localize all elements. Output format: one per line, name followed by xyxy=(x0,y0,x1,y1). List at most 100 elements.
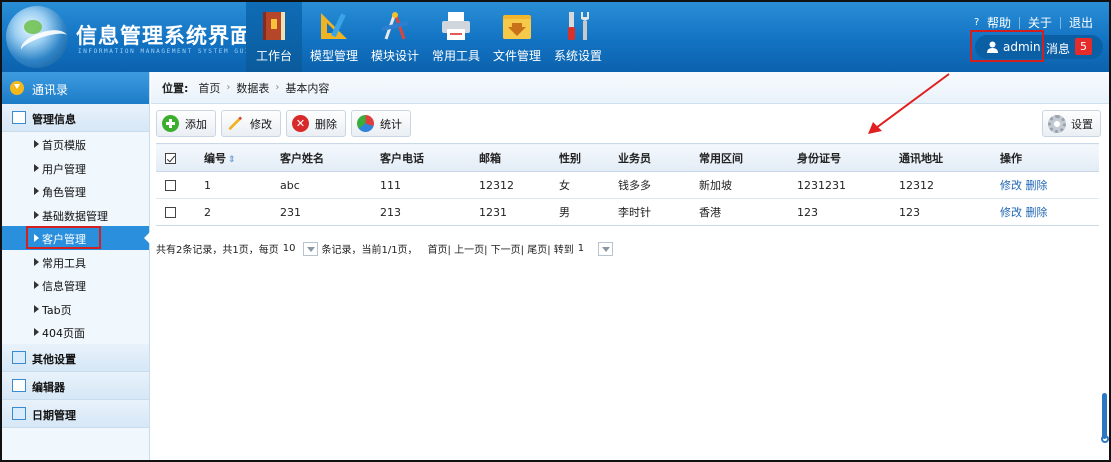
pager-summary-2: 条记录，当前1/1页， xyxy=(321,245,418,256)
cell-id: 1 xyxy=(200,171,276,199)
triangle-right-icon xyxy=(34,257,39,266)
sidebar-group-editor[interactable]: 编辑器 xyxy=(2,371,149,400)
triangle-right-icon xyxy=(34,328,39,336)
row-checkbox[interactable] xyxy=(165,207,176,218)
messages-count-badge[interactable]: 5 xyxy=(1075,38,1092,55)
cell-actions: 修改 删除 xyxy=(996,171,1099,199)
settings-label: 设置 xyxy=(1071,117,1093,131)
goto-page-select[interactable] xyxy=(598,241,614,256)
edit-button[interactable]: 修改 xyxy=(221,110,281,137)
cell-region: 新加坡 xyxy=(695,171,793,199)
nav-label: 模型管理 xyxy=(309,49,358,63)
triangle-right-icon xyxy=(34,187,39,195)
add-button[interactable]: 添加 xyxy=(156,110,216,137)
cell-region: 香港 xyxy=(695,198,793,226)
top-links: ? 帮助 关于 退出 xyxy=(974,14,1093,31)
nav-label: 工作台 xyxy=(255,49,292,63)
stats-label: 统计 xyxy=(380,117,402,131)
column-header: 操作 xyxy=(996,143,1099,172)
sidebar-item-common-tools[interactable]: 常用工具 xyxy=(2,250,149,274)
sidebar-item-home-template[interactable]: 首页模版 xyxy=(2,132,149,156)
pager-nav-links[interactable]: 首页| 上一页| 下一页| 尾页| 转到 xyxy=(428,241,574,256)
group-label: 管理信息 xyxy=(32,113,76,126)
cell-salesman: 钱多多 xyxy=(614,171,695,199)
triangle-right-icon xyxy=(34,210,39,219)
row-checkbox[interactable] xyxy=(165,180,176,191)
sidebar-group-management-info[interactable]: 管理信息 xyxy=(2,104,149,132)
row-delete-link[interactable]: 删除 xyxy=(1026,179,1048,192)
column-header[interactable]: 编号 ⇕ xyxy=(200,143,276,172)
cell-phone: 213 xyxy=(376,198,475,226)
table-header-row: 编号 ⇕ 客户姓名 客户电话 邮箱 性别 业务员 常用区间 身份证号 通讯地址 操… xyxy=(156,143,1099,172)
customer-table: 编号 ⇕ 客户姓名 客户电话 邮箱 性别 业务员 常用区间 身份证号 通讯地址 操… xyxy=(156,143,1099,226)
column-header: 通讯地址 xyxy=(895,143,996,172)
nav-module-design[interactable]: 模块设计 xyxy=(366,2,424,72)
cell-email: 12312 xyxy=(475,171,555,199)
scrollbar-thumb[interactable] xyxy=(1102,393,1107,439)
breadcrumb-home[interactable]: 首页 xyxy=(198,80,220,96)
breadcrumb-data-table[interactable]: 数据表 xyxy=(236,80,269,96)
cell-id: 2 xyxy=(200,198,276,226)
nav-workbench[interactable]: 工作台 xyxy=(246,2,302,72)
column-header: 邮箱 xyxy=(475,143,555,172)
nav-system-settings[interactable]: 系统设置 xyxy=(549,2,607,72)
nav-common-tools[interactable]: 常用工具 xyxy=(427,2,485,72)
sidebar-header-contacts[interactable]: 通讯录 xyxy=(2,72,149,104)
breadcrumb-basic-content[interactable]: 基本内容 xyxy=(285,80,329,96)
pencil-icon xyxy=(227,116,243,131)
close-circle-icon: ✕ xyxy=(292,115,309,132)
row-edit-link[interactable]: 修改 xyxy=(1000,179,1022,192)
group-label: 编辑器 xyxy=(32,380,65,394)
triangle-right-icon xyxy=(34,281,39,289)
select-all-checkbox[interactable] xyxy=(165,152,176,164)
nav-model-management[interactable]: 模型管理 xyxy=(305,2,363,72)
sidebar-header-label: 通讯录 xyxy=(32,83,69,97)
sidebar-group-other-settings[interactable]: 其他设置 xyxy=(2,343,149,372)
row-edit-link[interactable]: 修改 xyxy=(1000,206,1022,219)
chevron-right-icon: › xyxy=(275,82,280,93)
sidebar-item-role-management[interactable]: 角色管理 xyxy=(2,179,149,203)
triangle-right-icon xyxy=(34,140,39,148)
delete-button[interactable]: ✕ 删除 xyxy=(286,110,346,137)
stats-button[interactable]: 统计 xyxy=(351,110,411,137)
help-link[interactable]: 帮助 xyxy=(987,14,1011,31)
nav-file-management[interactable]: 文件管理 xyxy=(488,2,546,72)
settings-button[interactable]: 设置 xyxy=(1042,110,1101,137)
main-content: 位置: 首页 › 数据表 › 基本内容 添加 修改 ✕ 删除 统计 设置 编号 … xyxy=(151,72,1109,460)
main-nav: 工作台 模型管理 模块设计 常用工具 文件管理 系统设置 xyxy=(246,2,610,72)
sidebar-group-date-management[interactable]: 日期管理 xyxy=(2,399,149,428)
highlight-box-user xyxy=(970,30,1044,62)
logout-link[interactable]: 退出 xyxy=(1069,14,1093,31)
sidebar-item-basic-data[interactable]: 基础数据管理 xyxy=(2,203,149,227)
row-delete-link[interactable]: 删除 xyxy=(1026,206,1048,219)
cell-id-card: 1231231 xyxy=(793,171,895,199)
sidebar: 通讯录 管理信息 首页模版 用户管理 角色管理 基础数据管理 客户管理 常用工具… xyxy=(2,72,150,460)
cell-gender: 女 xyxy=(555,171,614,199)
about-link[interactable]: 关于 xyxy=(1028,14,1052,31)
page-size-value: 10 xyxy=(282,243,296,254)
ruler-pencil-icon xyxy=(321,13,347,39)
messages-link[interactable]: 消息 xyxy=(1046,40,1070,57)
cell-name: 231 xyxy=(276,198,376,226)
globe-logo-icon xyxy=(6,6,71,68)
table-row: 2 231 213 1231 男 李时针 香港 123 123 修改 删除 xyxy=(156,198,1099,226)
book-icon xyxy=(263,12,285,40)
cell-email: 1231 xyxy=(475,198,555,226)
add-label: 添加 xyxy=(185,117,207,131)
drafting-tools-icon xyxy=(381,12,409,40)
group-label: 日期管理 xyxy=(32,408,76,422)
folder-download-icon xyxy=(503,15,531,39)
sidebar-item-info-management[interactable]: 信息管理 xyxy=(2,273,149,297)
sidebar-item-label: 用户管理 xyxy=(42,162,86,176)
sidebar-item-404-page[interactable]: 404页面 xyxy=(2,320,149,344)
gear-icon xyxy=(1048,114,1066,133)
sidebar-item-tab-page[interactable]: Tab页 xyxy=(2,297,149,321)
sidebar-item-user-management[interactable]: 用户管理 xyxy=(2,156,149,180)
divider xyxy=(1059,16,1061,29)
sidebar-item-label: 角色管理 xyxy=(42,186,86,199)
page-size-select[interactable] xyxy=(303,241,319,256)
edit-icon xyxy=(12,378,26,392)
pagination: 共有2条记录，共1页，每页 10 条记录，当前1/1页， 首页| 上一页| 下一… xyxy=(156,241,616,256)
cell-phone: 111 xyxy=(376,171,475,199)
sidebar-item-label: 首页模版 xyxy=(42,139,86,152)
